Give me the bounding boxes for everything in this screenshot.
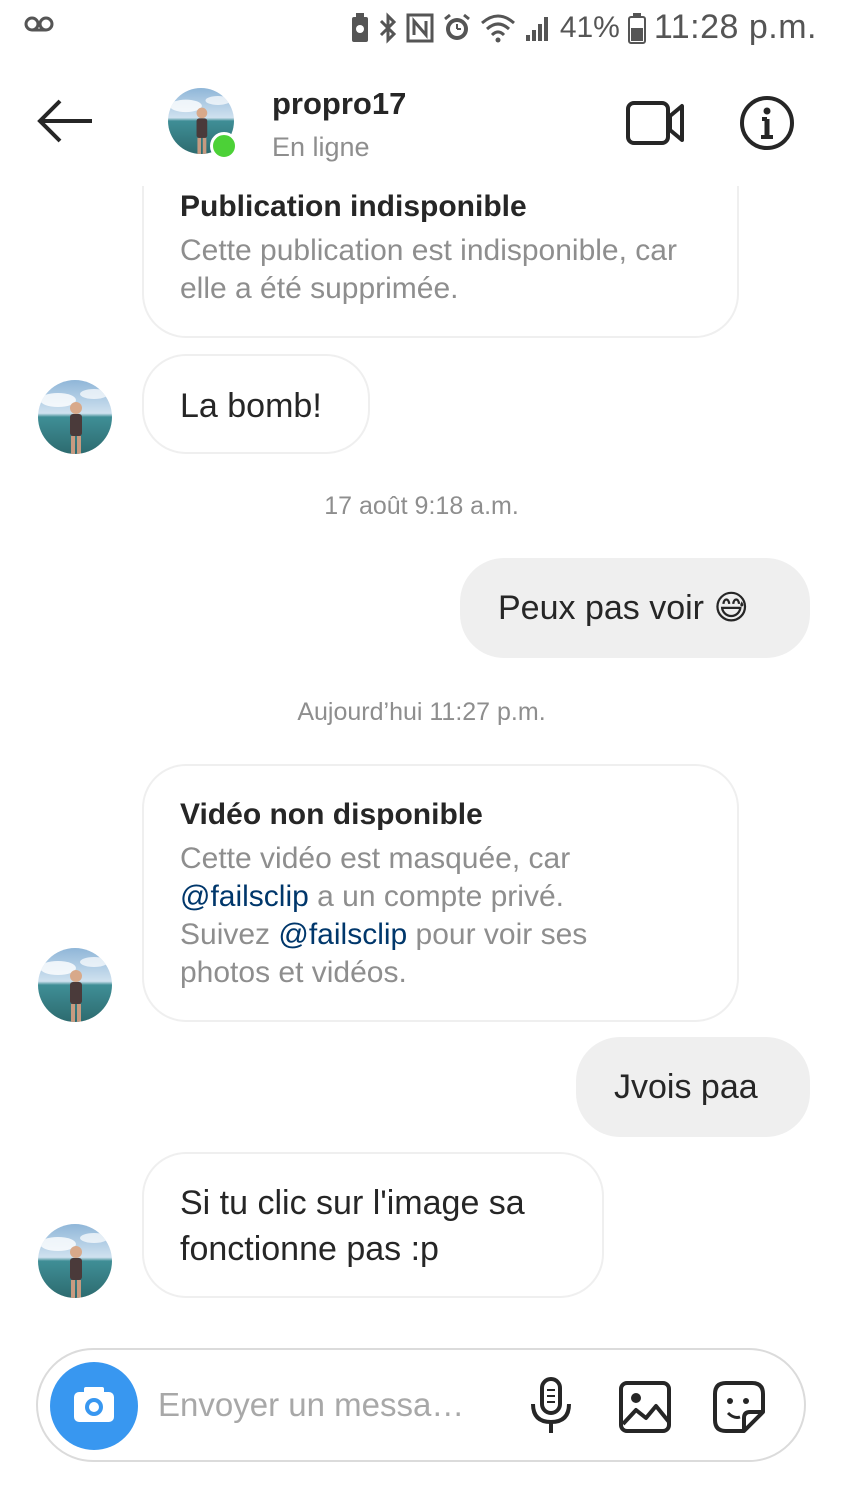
message-text: Jvois paa [614, 1068, 758, 1106]
chat-header: propro17 En ligne [0, 60, 843, 180]
gallery-icon [619, 1381, 671, 1433]
card-body: Cette publication est indisponible, car … [180, 234, 677, 305]
info-button[interactable] [738, 94, 796, 152]
card-line: Cette vidéo est masquée, car [180, 842, 571, 875]
card-text: a un compte privé. [308, 880, 564, 913]
mention-link[interactable]: @failsclip [180, 880, 309, 913]
timestamp: Aujourd’hui 11:27 p.m. [297, 698, 546, 726]
microphone-icon [531, 1377, 571, 1433]
card-line: photos et vidéos. [180, 956, 407, 989]
message-body: Peux pas voir [498, 589, 704, 627]
back-arrow-icon [37, 99, 92, 143]
message-composer [36, 1348, 806, 1462]
sticker-icon [713, 1381, 765, 1433]
alarm-icon [442, 13, 472, 43]
timestamp: 17 août 9:18 a.m. [324, 492, 519, 520]
sender-avatar[interactable] [38, 948, 112, 1022]
nfc-icon [406, 13, 434, 43]
message-text: Si tu clic sur l'image sa fonctionne pas… [180, 1180, 525, 1272]
video-call-button[interactable] [624, 98, 686, 148]
status-bar: 41% 11:28 p.m. [0, 0, 843, 58]
outgoing-message[interactable]: Peux pas voir 😅 [460, 558, 810, 658]
microphone-button[interactable] [528, 1376, 574, 1436]
card-line: @failsclip a un compte privé. [180, 878, 720, 916]
wifi-icon [480, 13, 516, 43]
card-title: Vidéo non disponible [180, 798, 483, 831]
sweat-smile-emoji: 😅 [713, 588, 749, 628]
card-body: Cette vidéo est masquée, car @failsclip … [180, 840, 720, 992]
back-button[interactable] [34, 96, 96, 146]
message-text: Peux pas voir 😅 [498, 585, 749, 631]
signal-icon [524, 13, 552, 43]
incoming-message[interactable]: Si tu clic sur l'image sa fonctionne pas… [142, 1152, 604, 1298]
message-line: fonctionne pas :p [180, 1230, 439, 1268]
card-title: Publication indisponible [180, 190, 527, 223]
gallery-button[interactable] [618, 1380, 672, 1434]
card-text: pour voir ses [407, 918, 588, 951]
outgoing-message[interactable]: Jvois paa [576, 1037, 810, 1137]
online-indicator [210, 132, 238, 160]
camera-icon [74, 1387, 114, 1422]
message-line: Si tu clic sur l'image sa [180, 1184, 525, 1222]
incoming-message[interactable]: La bomb! [142, 354, 370, 454]
battery-icon [627, 12, 646, 44]
clock: 11:28 p.m. [653, 8, 817, 46]
camera-button[interactable] [50, 1362, 138, 1450]
message-text: La bomb! [180, 387, 322, 425]
battery-percent: 41% [559, 10, 620, 44]
battery-saver-icon [350, 12, 370, 44]
presence-status: En ligne [272, 132, 370, 162]
sender-avatar[interactable] [38, 1224, 112, 1298]
card-text: Suivez [180, 918, 279, 951]
sender-avatar[interactable] [38, 380, 112, 454]
video-call-icon [626, 101, 684, 145]
bluetooth-icon [378, 11, 398, 44]
sticker-button[interactable] [712, 1380, 766, 1434]
chat-username[interactable]: propro17 [272, 86, 406, 122]
mention-link[interactable]: @failsclip [278, 918, 407, 951]
message-input[interactable] [158, 1380, 498, 1430]
info-icon [740, 96, 794, 150]
unavailable-video-card[interactable]: Vidéo non disponible Cette vidéo est mas… [142, 764, 739, 1022]
voicemail-icon [24, 14, 54, 39]
card-line: Suivez @failsclip pour voir ses [180, 916, 720, 954]
